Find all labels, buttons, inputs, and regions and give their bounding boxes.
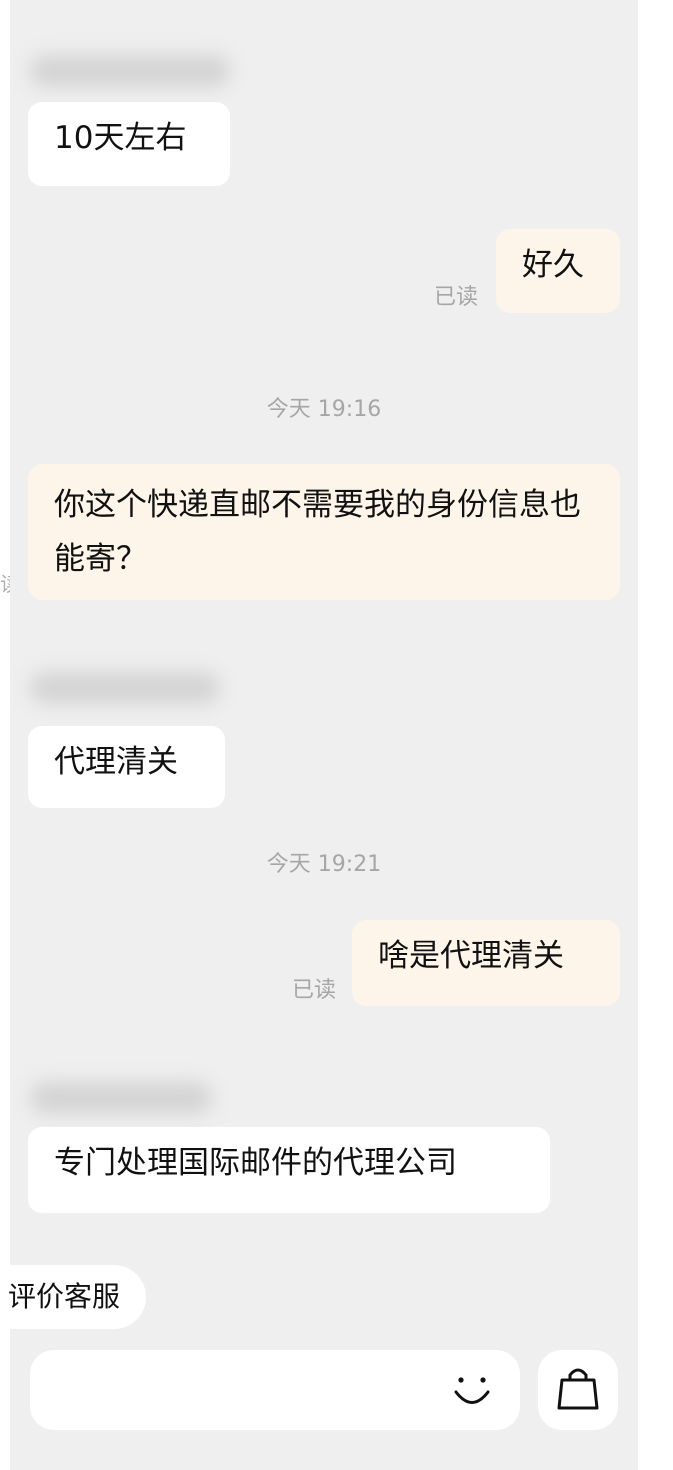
message-bubble-outgoing[interactable]: 好久 — [496, 229, 620, 313]
chat-timestamp: 今天 19:21 — [266, 852, 382, 877]
read-receipt: 已读 — [434, 285, 479, 310]
emoji-button[interactable] — [448, 1369, 496, 1417]
chat-timestamp: 今天 19:16 — [266, 397, 382, 422]
read-receipt: 已读 — [292, 978, 337, 1003]
message-bubble-incoming[interactable]: 代理清关 — [28, 726, 225, 808]
rate-service-button[interactable]: 评价客服 — [0, 1265, 146, 1329]
shop-bag-button[interactable] — [538, 1350, 618, 1430]
message-bubble-outgoing[interactable]: 啥是代理清关 — [352, 920, 620, 1006]
read-receipt-clipped: 读 — [0, 572, 10, 596]
message-bubble-outgoing[interactable]: 你这个快递直邮不需要我的身份信息也能寄？ — [28, 464, 620, 600]
sender-name-blurred — [30, 672, 220, 704]
shopping-bag-icon — [557, 1368, 599, 1410]
message-bubble-incoming[interactable]: 10天左右 — [28, 102, 230, 186]
message-bubble-incoming[interactable]: 专门处理国际邮件的代理公司 — [28, 1127, 550, 1213]
sender-name-blurred — [30, 55, 230, 87]
smiley-face-icon — [454, 1377, 490, 1404]
sender-name-blurred — [30, 1082, 212, 1114]
message-input[interactable] — [30, 1350, 520, 1430]
